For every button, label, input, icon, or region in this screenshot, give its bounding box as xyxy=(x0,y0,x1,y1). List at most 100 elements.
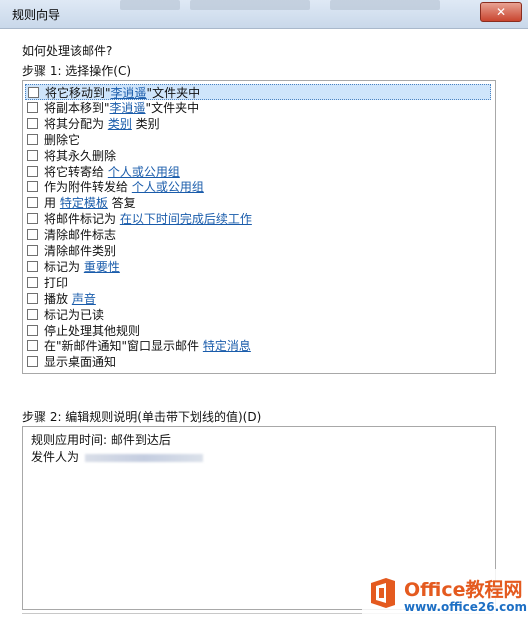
action-text: 作为附件转发给 xyxy=(44,180,132,195)
watermark-brand: Office教程网 xyxy=(404,579,523,601)
action-row[interactable]: 在"新邮件通知"窗口显示邮件 特定消息 xyxy=(25,338,491,354)
action-row[interactable]: 停止处理其他规则 xyxy=(25,323,491,339)
action-row[interactable]: 清除邮件标志 xyxy=(25,227,491,243)
action-checkbox[interactable] xyxy=(27,324,38,336)
action-label: 显示桌面通知 xyxy=(44,354,116,370)
action-checkbox[interactable] xyxy=(27,260,38,272)
action-checkbox[interactable] xyxy=(28,87,39,98)
action-link[interactable]: 声音 xyxy=(72,292,96,306)
action-label: 将它转寄给 个人或公用组 xyxy=(44,164,180,180)
action-label: 清除邮件标志 xyxy=(44,227,116,243)
watermark: Office教程网 www.office26.com xyxy=(362,569,528,622)
action-row[interactable]: 将邮件标记为 在以下时间完成后续工作 xyxy=(25,211,491,227)
action-text: 标记为已读 xyxy=(44,307,105,322)
action-link[interactable]: 特定消息 xyxy=(203,339,251,353)
action-checkbox[interactable] xyxy=(27,149,38,161)
action-label: 清除邮件类别 xyxy=(44,243,116,259)
action-row[interactable]: 打印 xyxy=(25,275,491,291)
action-text: 标记为 xyxy=(44,259,84,274)
action-link[interactable]: 特定模板 xyxy=(60,196,108,210)
action-row[interactable]: 清除邮件类别 xyxy=(25,243,491,259)
action-label: 标记为已读 xyxy=(44,307,104,323)
sender-label: 发件人为 xyxy=(31,450,80,464)
action-checkbox[interactable] xyxy=(27,276,38,288)
action-link[interactable]: 在以下时间完成后续工作 xyxy=(120,212,252,226)
action-text: 将副本移到" xyxy=(44,100,110,115)
step2-label: 步骤 2: 编辑规则说明(单击带下划线的值)(D) xyxy=(22,410,262,424)
action-label: 播放 声音 xyxy=(44,291,96,307)
sender-address-redacted[interactable] xyxy=(85,453,204,462)
action-link[interactable]: 个人或公用组 xyxy=(108,165,180,179)
action-row[interactable]: 删除它 xyxy=(25,132,491,148)
action-row[interactable]: 将它移动到"李逍遥"文件夹中 xyxy=(25,84,491,100)
action-label: 将副本移到"李逍遥"文件夹中 xyxy=(44,100,199,116)
action-text: 清除邮件标志 xyxy=(44,228,117,243)
action-checkbox[interactable] xyxy=(27,356,38,368)
action-checkbox[interactable] xyxy=(27,245,38,256)
title-bar: 规则向导 ✕ xyxy=(0,0,528,29)
action-text: 删除它 xyxy=(44,132,81,147)
action-row[interactable]: 标记为已读 xyxy=(25,307,491,323)
action-checkbox[interactable] xyxy=(27,117,38,129)
action-link[interactable]: 类别 xyxy=(108,117,132,131)
close-button[interactable]: ✕ xyxy=(480,2,522,22)
action-label: 将它移动到"李逍遥"文件夹中 xyxy=(45,85,200,101)
action-checkbox[interactable] xyxy=(27,213,38,225)
action-text: 将邮件标记为 xyxy=(44,212,120,227)
action-row[interactable]: 将它转寄给 个人或公用组 xyxy=(25,164,491,180)
window-title: 规则向导 xyxy=(12,8,61,22)
action-link[interactable]: 李逍遥 xyxy=(111,86,147,100)
action-text: 用 xyxy=(44,196,60,211)
action-text-suffix: "文件夹中 xyxy=(146,86,201,100)
action-link[interactable]: 个人或公用组 xyxy=(132,180,204,194)
step1-label: 步骤 1: 选择操作(C) xyxy=(22,64,132,78)
action-checkbox[interactable] xyxy=(27,181,38,193)
action-list[interactable]: 将它移动到"李逍遥"文件夹中 将副本移到"李逍遥"文件夹中 将其分配为 类别 类别删… xyxy=(22,80,496,374)
action-label: 打印 xyxy=(44,275,68,291)
action-text: 将它移动到" xyxy=(45,86,111,100)
office-logo-icon xyxy=(371,578,395,608)
action-text: 将其分配为 xyxy=(44,116,108,131)
action-row[interactable]: 将副本移到"李逍遥"文件夹中 xyxy=(25,100,491,116)
action-label: 停止处理其他规则 xyxy=(44,323,140,339)
action-label: 用 特定模板 答复 xyxy=(44,195,136,211)
action-label: 在"新邮件通知"窗口显示邮件 特定消息 xyxy=(44,338,251,354)
background-window-blur xyxy=(120,0,180,10)
action-checkbox[interactable] xyxy=(27,101,38,113)
action-row[interactable]: 播放 声音 xyxy=(25,291,491,307)
action-link[interactable]: 李逍遥 xyxy=(110,101,146,115)
background-window-blur xyxy=(190,0,310,10)
action-text: 打印 xyxy=(44,275,69,290)
sender-line: 发件人为 xyxy=(31,448,204,465)
rule-apply-time: 规则应用时间: 邮件到达后 xyxy=(31,433,171,447)
action-row[interactable]: 将其分配为 类别 类别 xyxy=(25,116,491,132)
action-text: 将其永久删除 xyxy=(44,148,117,163)
action-row[interactable]: 作为附件转发给 个人或公用组 xyxy=(25,179,491,195)
action-text: 显示桌面通知 xyxy=(44,355,117,370)
action-checkbox[interactable] xyxy=(27,165,38,177)
action-label: 将其分配为 类别 类别 xyxy=(44,116,160,132)
action-checkbox[interactable] xyxy=(27,229,38,241)
action-label: 删除它 xyxy=(44,132,80,148)
action-text: 清除邮件类别 xyxy=(44,244,117,258)
action-text: 播放 xyxy=(44,291,72,306)
close-icon: ✕ xyxy=(495,5,507,19)
action-checkbox[interactable] xyxy=(27,340,38,352)
action-row[interactable]: 将其永久删除 xyxy=(25,148,491,164)
action-link[interactable]: 重要性 xyxy=(84,260,120,274)
action-checkbox[interactable] xyxy=(27,133,38,145)
action-label: 作为附件转发给 个人或公用组 xyxy=(44,179,204,195)
action-label: 标记为 重要性 xyxy=(44,259,120,275)
action-text-suffix: "文件夹中 xyxy=(145,100,200,115)
action-row[interactable]: 用 特定模板 答复 xyxy=(25,195,491,211)
step1-question: 如何处理该邮件? xyxy=(22,44,113,58)
action-text-suffix: 答复 xyxy=(107,196,136,211)
action-checkbox[interactable] xyxy=(27,308,38,320)
action-row[interactable]: 标记为 重要性 xyxy=(25,259,491,275)
action-checkbox[interactable] xyxy=(27,197,38,209)
action-label: 将其永久删除 xyxy=(44,148,116,164)
action-checkbox[interactable] xyxy=(27,292,38,304)
action-label: 将邮件标记为 在以下时间完成后续工作 xyxy=(44,211,252,227)
watermark-url: www.office26.com xyxy=(404,600,528,614)
action-row[interactable]: 显示桌面通知 xyxy=(25,354,491,370)
